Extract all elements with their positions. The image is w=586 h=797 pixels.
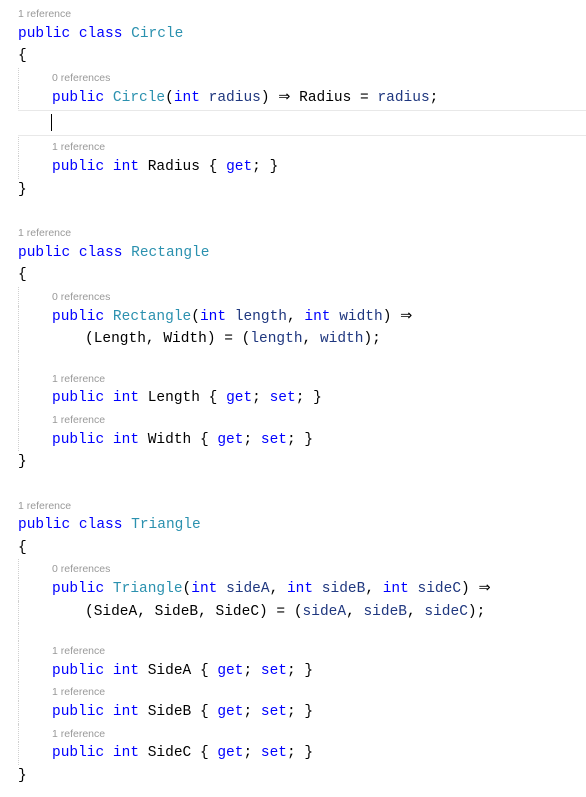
text-cursor xyxy=(51,114,52,131)
code-line[interactable]: } xyxy=(18,765,586,787)
class-circle: 1 reference public class Circle { 0 refe… xyxy=(18,4,586,201)
code-line[interactable]: public int SideA { get; set; } xyxy=(18,660,586,682)
codelens-circle-radius[interactable]: 1 reference xyxy=(18,137,586,156)
code-line[interactable]: public Rectangle(int length, int width) … xyxy=(18,306,586,328)
codelens-triangle-sidea[interactable]: 1 reference xyxy=(18,641,586,660)
code-line[interactable]: (Length, Width) = (length, width); xyxy=(18,328,586,350)
code-line[interactable]: public class Circle xyxy=(18,23,586,45)
codelens-triangle-sideb[interactable]: 1 reference xyxy=(18,682,586,701)
code-line[interactable]: { xyxy=(18,264,586,286)
code-line[interactable]: } xyxy=(18,179,586,201)
code-line[interactable]: { xyxy=(18,537,586,559)
codelens-rectangle-width[interactable]: 1 reference xyxy=(18,410,586,429)
blank-line xyxy=(18,201,586,223)
codelens-circle-class[interactable]: 1 reference xyxy=(18,4,586,23)
code-line[interactable]: (SideA, SideB, SideC) = (sideA, sideB, s… xyxy=(18,601,586,623)
blank-line xyxy=(18,623,586,641)
code-line[interactable]: } xyxy=(18,451,586,473)
code-line[interactable]: public Triangle(int sideA, int sideB, in… xyxy=(18,578,586,600)
code-line[interactable]: { xyxy=(18,45,586,67)
class-triangle: 1 reference public class Triangle { 0 re… xyxy=(18,496,586,788)
code-line[interactable]: public int Width { get; set; } xyxy=(18,429,586,451)
codelens-triangle-ctor[interactable]: 0 references xyxy=(18,559,586,578)
code-line[interactable]: public class Rectangle xyxy=(18,242,586,264)
blank-line xyxy=(18,474,586,496)
code-line[interactable]: public class Triangle xyxy=(18,514,586,536)
class-rectangle: 1 reference public class Rectangle { 0 r… xyxy=(18,223,586,473)
code-line[interactable]: public int Radius { get; } xyxy=(18,156,586,178)
cursor-line[interactable] xyxy=(18,110,586,136)
code-line[interactable]: public int SideB { get; set; } xyxy=(18,701,586,723)
code-line[interactable]: public Circle(int radius) ⇒ Radius = rad… xyxy=(18,87,586,109)
code-line[interactable]: public int SideC { get; set; } xyxy=(18,742,586,764)
codelens-triangle-class[interactable]: 1 reference xyxy=(18,496,586,515)
codelens-circle-ctor[interactable]: 0 references xyxy=(18,68,586,87)
codelens-rectangle-class[interactable]: 1 reference xyxy=(18,223,586,242)
codelens-triangle-sidec[interactable]: 1 reference xyxy=(18,724,586,743)
blank-line xyxy=(18,351,586,369)
codelens-rectangle-ctor[interactable]: 0 references xyxy=(18,287,586,306)
code-line[interactable]: public int Length { get; set; } xyxy=(18,387,586,409)
codelens-rectangle-length[interactable]: 1 reference xyxy=(18,369,586,388)
